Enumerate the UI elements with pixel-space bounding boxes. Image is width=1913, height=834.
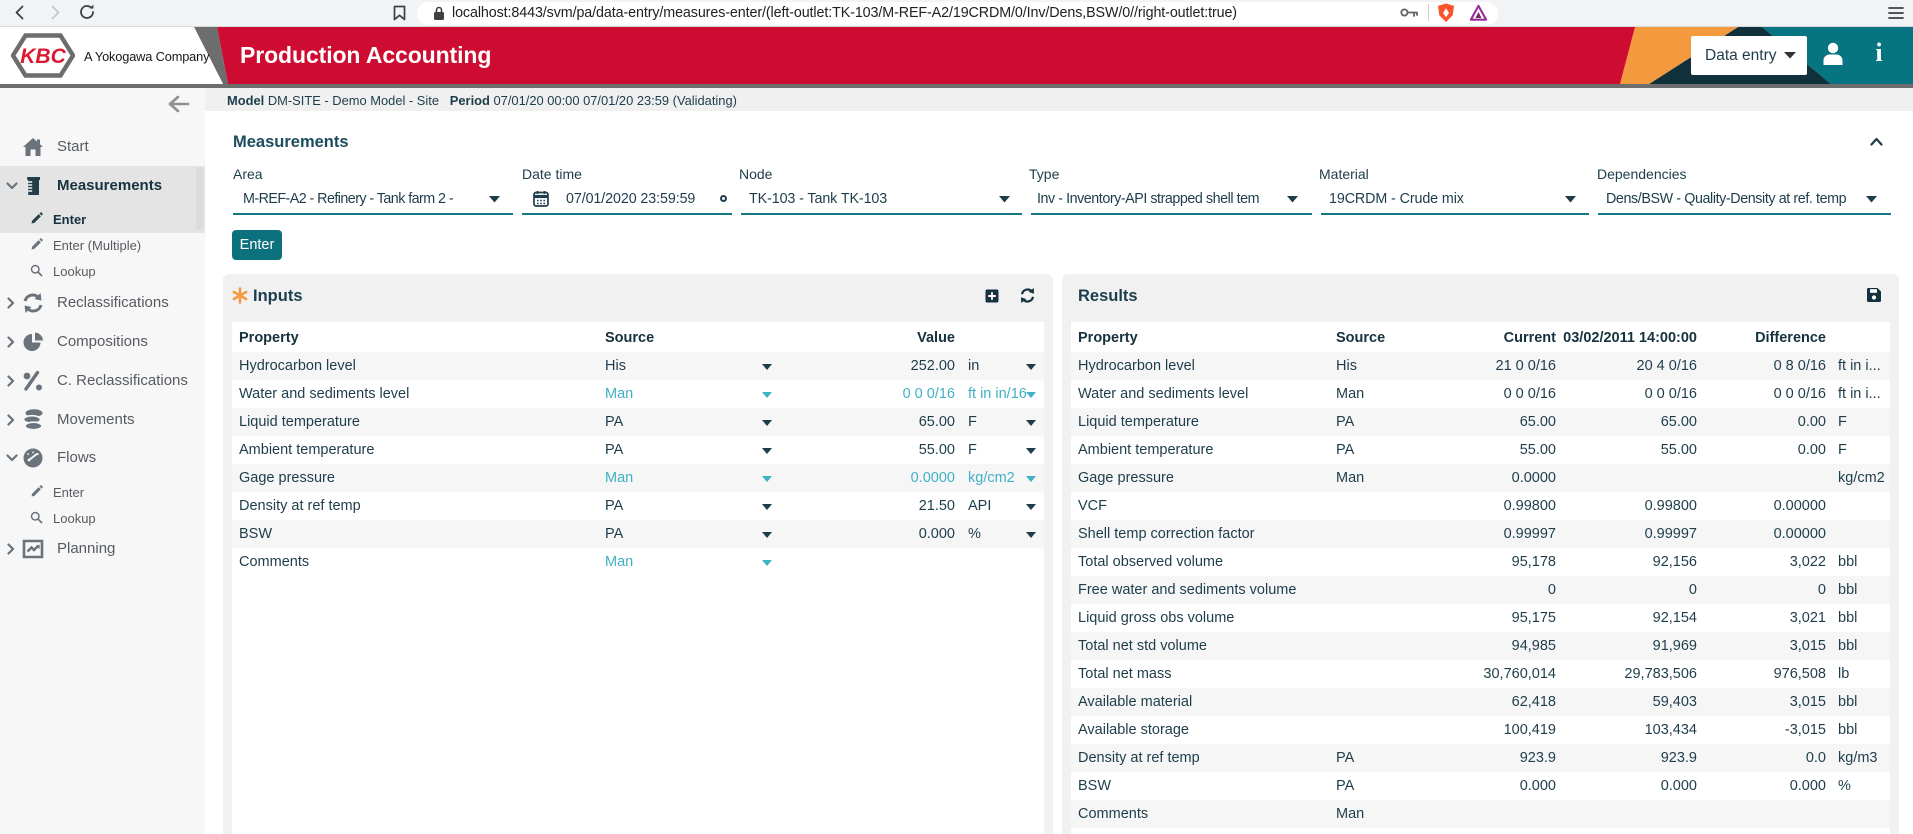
svg-text:KBC: KBC (20, 45, 66, 68)
